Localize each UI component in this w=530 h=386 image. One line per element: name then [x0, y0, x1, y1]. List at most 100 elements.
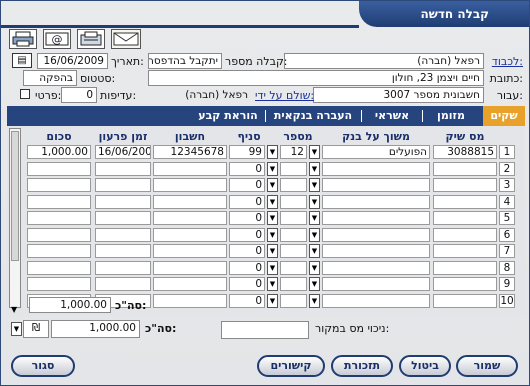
check-number-cell[interactable]: 3088815	[433, 145, 497, 159]
check-number-cell[interactable]	[433, 277, 497, 291]
branch-cell[interactable]: 0	[229, 227, 265, 242]
address-book-icon[interactable]: ▤	[12, 53, 32, 68]
number-dropdown-arrow[interactable]: ▼	[267, 161, 278, 176]
bank-dropdown-arrow[interactable]: ▼	[309, 293, 320, 308]
scroll-down-arrow[interactable]: ▼	[11, 305, 21, 315]
number-cell[interactable]	[280, 194, 307, 209]
due-date-cell[interactable]	[95, 277, 151, 291]
number-dropdown-arrow[interactable]: ▼	[267, 277, 278, 291]
account-cell[interactable]	[153, 194, 227, 209]
number-cell[interactable]	[280, 260, 307, 275]
amount-cell[interactable]	[27, 227, 91, 242]
due-date-cell[interactable]	[95, 178, 151, 192]
amount-cell[interactable]	[27, 277, 91, 291]
due-date-cell[interactable]	[95, 194, 151, 209]
check-number-cell[interactable]	[433, 178, 497, 192]
branch-cell[interactable]: 0	[229, 178, 265, 192]
account-cell[interactable]: 12345678	[153, 145, 227, 159]
due-date-cell[interactable]	[95, 161, 151, 176]
drawer-bank-cell[interactable]	[322, 178, 430, 192]
paid-by-label[interactable]: שולם על ידי:	[255, 89, 314, 102]
email-icon[interactable]: @	[43, 29, 71, 49]
tab-standing-order[interactable]: הוראת קבע	[193, 106, 263, 126]
for-label[interactable]: לכבוד:	[492, 55, 523, 68]
due-date-cell[interactable]	[95, 227, 151, 242]
printer-icon[interactable]	[9, 29, 37, 49]
number-cell[interactable]	[280, 178, 307, 192]
due-date-cell[interactable]	[95, 211, 151, 225]
account-cell[interactable]	[153, 293, 227, 308]
table-scrollbar[interactable]	[9, 128, 21, 308]
number-cell[interactable]	[280, 277, 307, 291]
tab-credit[interactable]: אשראי	[365, 106, 419, 126]
bank-dropdown-arrow[interactable]: ▼	[309, 161, 320, 176]
number-dropdown-arrow[interactable]: ▼	[267, 227, 278, 242]
account-cell[interactable]	[153, 244, 227, 258]
due-date-cell[interactable]	[95, 260, 151, 275]
branch-cell[interactable]: 0	[229, 293, 265, 308]
amount-cell[interactable]	[27, 260, 91, 275]
number-dropdown-arrow[interactable]: ▼	[267, 145, 278, 159]
close-button[interactable]: סגור	[11, 355, 75, 377]
bank-dropdown-arrow[interactable]: ▼	[309, 277, 320, 291]
number-dropdown-arrow[interactable]: ▼	[267, 211, 278, 225]
address-field[interactable]: חיים ויצמן 23, חולון	[148, 70, 484, 86]
fax-icon[interactable]	[77, 29, 105, 49]
subject-field[interactable]: חשבונית מספר 3007	[313, 87, 484, 103]
drawer-bank-cell[interactable]	[322, 211, 430, 225]
drawer-bank-cell[interactable]	[322, 293, 430, 308]
date-field[interactable]: 16/06/2009	[37, 53, 108, 69]
check-number-cell[interactable]	[433, 293, 497, 308]
number-cell[interactable]	[280, 293, 307, 308]
scrollbar-thumb[interactable]	[11, 131, 19, 261]
branch-cell[interactable]: 0	[229, 260, 265, 275]
number-dropdown-arrow[interactable]: ▼	[267, 260, 278, 275]
tab-bank-transfer[interactable]: העברה בנקאית	[269, 106, 357, 126]
bank-dropdown-arrow[interactable]: ▼	[309, 145, 320, 159]
for-field[interactable]: רפאל (חברה)	[284, 53, 484, 69]
branch-cell[interactable]: 0	[229, 161, 265, 176]
check-number-cell[interactable]	[433, 260, 497, 275]
bank-dropdown-arrow[interactable]: ▼	[309, 244, 320, 258]
account-cell[interactable]	[153, 178, 227, 192]
drawer-bank-cell[interactable]	[322, 161, 430, 176]
priority-field[interactable]: 0	[61, 87, 97, 103]
account-cell[interactable]	[153, 227, 227, 242]
save-button[interactable]: שמור	[456, 355, 518, 377]
account-cell[interactable]	[153, 211, 227, 225]
number-dropdown-arrow[interactable]: ▼	[267, 178, 278, 192]
check-number-cell[interactable]	[433, 211, 497, 225]
currency-select[interactable]: ₪	[23, 320, 49, 338]
bank-dropdown-arrow[interactable]: ▼	[309, 211, 320, 225]
links-button[interactable]: קישורים	[257, 355, 325, 377]
drawer-bank-cell[interactable]	[322, 260, 430, 275]
branch-cell[interactable]: 0	[229, 211, 265, 225]
number-cell[interactable]	[280, 227, 307, 242]
bank-dropdown-arrow[interactable]: ▼	[309, 227, 320, 242]
account-cell[interactable]	[153, 161, 227, 176]
currency-dropdown-arrow[interactable]: ▼	[11, 322, 22, 336]
drawer-bank-cell[interactable]	[322, 244, 430, 258]
bank-dropdown-arrow[interactable]: ▼	[309, 260, 320, 275]
number-cell[interactable]: 12	[280, 145, 307, 159]
withholding-tax-field[interactable]	[221, 321, 309, 339]
drawer-bank-cell[interactable]	[322, 277, 430, 291]
envelope-icon[interactable]	[111, 29, 141, 49]
amount-cell[interactable]	[27, 161, 91, 176]
amount-cell[interactable]	[27, 194, 91, 209]
tab-checks[interactable]: שקים	[483, 106, 525, 126]
number-cell[interactable]	[280, 211, 307, 225]
drawer-bank-cell[interactable]: הפועלים	[322, 145, 430, 159]
amount-cell[interactable]: 1,000.00	[27, 145, 91, 159]
amount-cell[interactable]	[27, 178, 91, 192]
reminders-button[interactable]: תזכורת	[331, 355, 393, 377]
check-number-cell[interactable]	[433, 244, 497, 258]
account-cell[interactable]	[153, 277, 227, 291]
bank-dropdown-arrow[interactable]: ▼	[309, 178, 320, 192]
tab-cash[interactable]: מזומן	[425, 106, 477, 126]
branch-cell[interactable]: 0	[229, 194, 265, 209]
drawer-bank-cell[interactable]	[322, 194, 430, 209]
account-cell[interactable]	[153, 260, 227, 275]
number-cell[interactable]	[280, 244, 307, 258]
check-number-cell[interactable]	[433, 161, 497, 176]
